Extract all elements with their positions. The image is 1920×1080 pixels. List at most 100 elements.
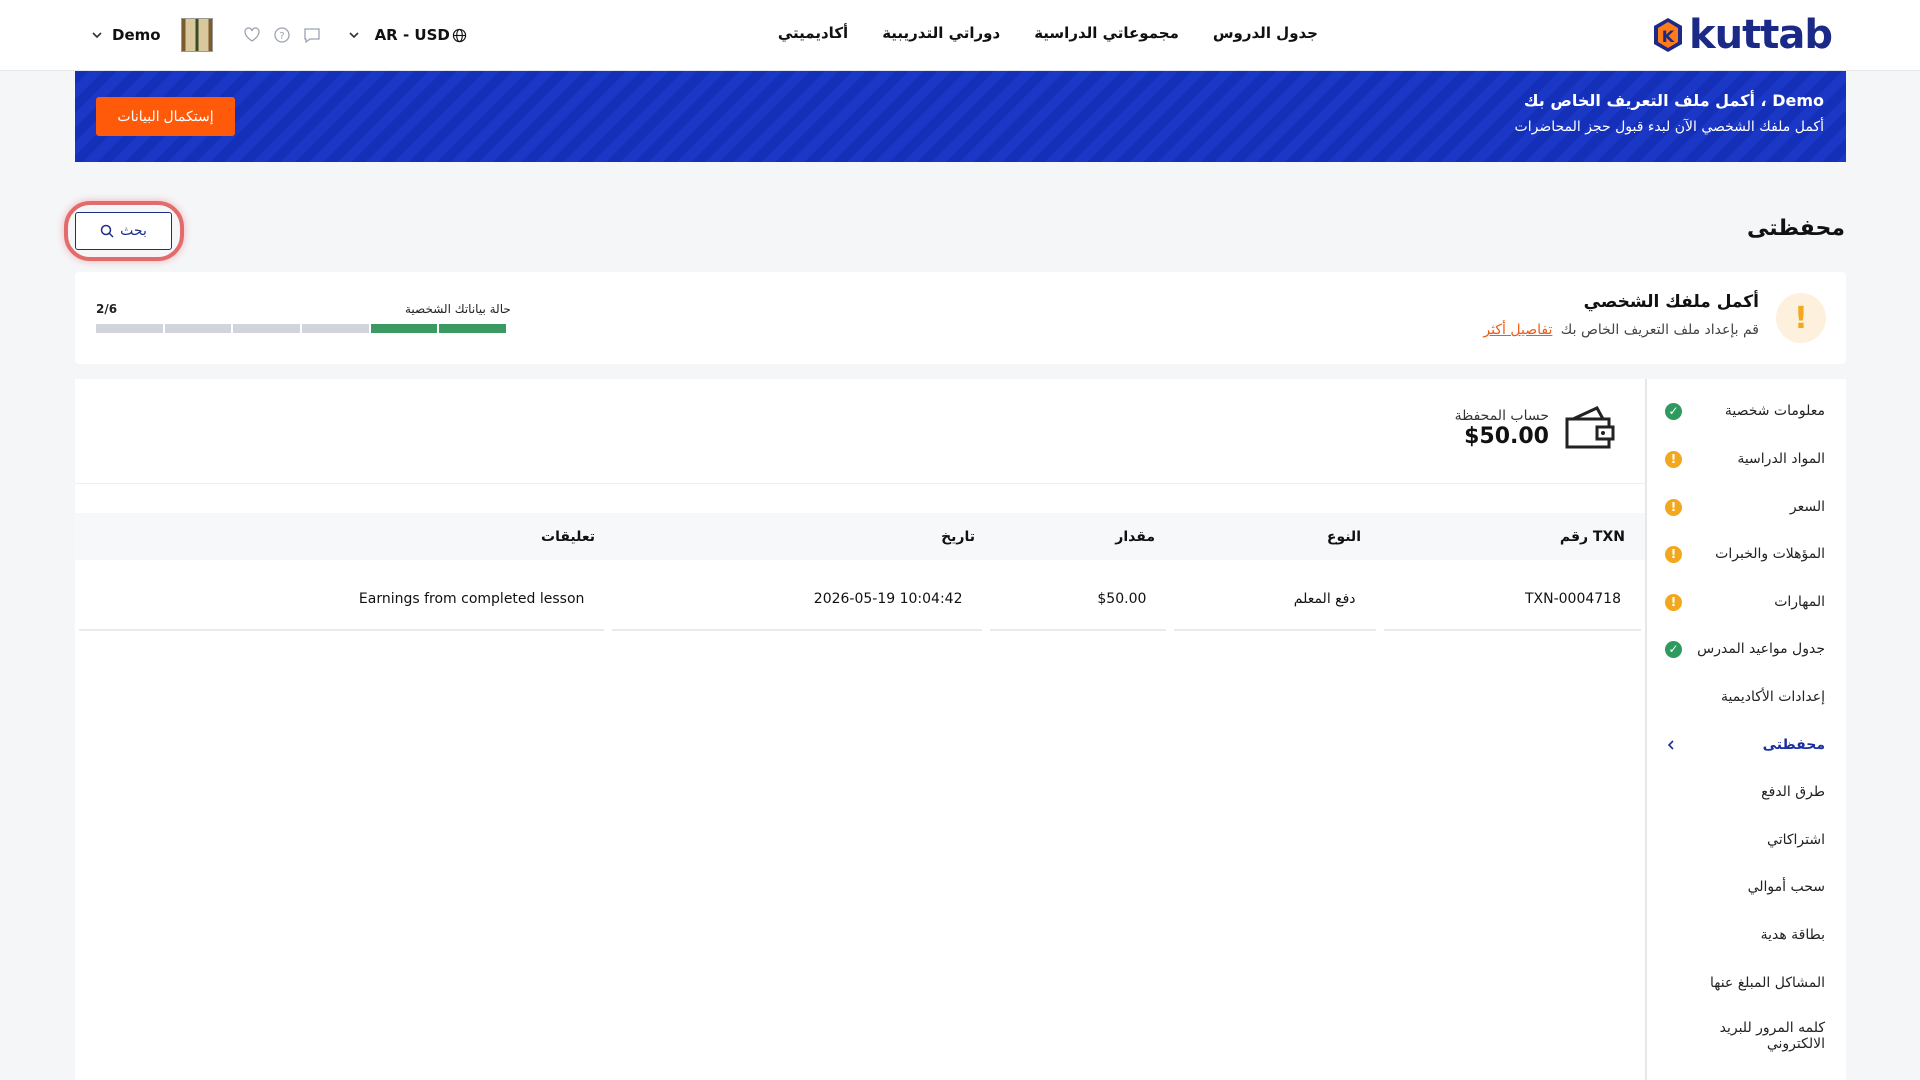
svg-text:K: K [1662, 27, 1675, 46]
chevron-left-icon [1667, 740, 1674, 750]
wallet-summary: حساب المحفظة $50.00 [1455, 405, 1615, 451]
sidebar-item-label: محفظتى [1762, 737, 1825, 753]
check-circle-icon: ✓ [1665, 640, 1682, 658]
progress-count: 2/6 [96, 302, 118, 316]
banner-subtitle: أكمل ملفك الشخصي الآن لبدء قبول حجز المح… [1514, 119, 1824, 135]
chevron-down-icon[interactable] [348, 30, 359, 40]
sidebar-item[interactable]: كلمه المرور للبريد الالكتروني [1665, 1019, 1825, 1053]
sidebar-item-label: طرق الدفع [1761, 784, 1825, 800]
progress-segment [301, 324, 369, 333]
logo-text: kuttab [1689, 12, 1833, 58]
cell-amount: $50.00 [990, 568, 1167, 631]
sidebar-item-label: المهارات [1774, 594, 1825, 610]
nav-my-academy[interactable]: أكاديميتي [778, 24, 848, 42]
search-icon [100, 224, 114, 238]
more-details-link[interactable]: تفاصيل أكثر [1483, 322, 1552, 338]
header-amount: مقدار [1115, 528, 1155, 545]
sidebar-item[interactable]: جدول مواعيد المدرس ✓ [1665, 637, 1825, 661]
svg-text:?: ? [279, 31, 284, 42]
complete-profile-banner: أكمل ملف التعريف الخاص بك ، Demo أكمل مل… [75, 71, 1846, 162]
wallet-balance-label: حساب المحفظة [1454, 407, 1549, 424]
sidebar-item[interactable]: بطاقة هدية [1665, 923, 1825, 947]
progress-segment [95, 324, 163, 333]
wallet-texts: حساب المحفظة $50.00 [1455, 408, 1549, 449]
sidebar-item-label: السعر [1789, 499, 1825, 515]
top-header: K kuttab جدول الدروس مجموعاتي الدراسية د… [0, 0, 1920, 71]
header-date: تاريخ [941, 528, 975, 545]
warning-icon: ! [1776, 293, 1826, 343]
main-nav: جدول الدروس مجموعاتي الدراسية دوراتي الت… [778, 24, 1318, 42]
transactions-table: رقم TXN النوع مقدار تاريخ تعليقات TXN-00… [75, 513, 1645, 631]
profile-sidebar: معلومات شخصية ✓ المواد الدراسية! السعر! المؤ… [1645, 379, 1846, 1080]
wallet-panel: حساب المحفظة $50.00 رقم TXN النوع مقدار … [75, 379, 1645, 1080]
sidebar-item-label: كلمه المرور للبريد الالكتروني [1719, 1020, 1825, 1052]
progress-segment [439, 324, 506, 333]
profile-card-title: أكمل ملفك الشخصي [1583, 292, 1759, 312]
progress-segment [164, 324, 232, 333]
nav-lessons-schedule[interactable]: جدول الدروس [1213, 24, 1318, 42]
check-circle-icon: ✓ [1665, 402, 1682, 420]
heart-icon[interactable] [243, 26, 261, 44]
header-tools: Demo ? AR - USD [92, 16, 467, 54]
profile-card-text: قم بإعداد ملف التعريف الخاص بك [1560, 322, 1759, 338]
progress-label: حالة بياناتك الشخصية [405, 302, 511, 316]
sidebar-item[interactable]: معلومات شخصية ✓ [1665, 399, 1825, 423]
sidebar-item[interactable]: طرق الدفع [1665, 780, 1825, 804]
page-title: محفظتى [1747, 216, 1845, 241]
search-button[interactable]: بحث [75, 212, 172, 250]
sidebar-item[interactable]: محفظتى [1665, 733, 1825, 757]
sidebar-item-label: اشتراكاتي [1767, 832, 1825, 848]
warning-circle-icon: ! [1665, 498, 1682, 516]
currency-selector[interactable]: AR - USD [375, 26, 467, 44]
wallet-balance-amount: $50.00 [1464, 423, 1549, 449]
sidebar-item-label: إعدادات الأكاديمية [1721, 689, 1825, 705]
profile-progress-bar [95, 324, 506, 333]
chevron-down-icon[interactable] [92, 30, 102, 40]
cell-type: دفع المعلم [1174, 568, 1376, 631]
sidebar-item-label: المواد الدراسية [1737, 451, 1825, 467]
sidebar-item[interactable]: السعر! [1665, 495, 1825, 519]
sidebar-item[interactable]: إعدادات الأكاديمية [1665, 685, 1825, 709]
nav-study-groups[interactable]: مجموعاتي الدراسية [1034, 24, 1179, 42]
wallet-icon [1565, 406, 1615, 449]
profile-completion-card: ! أكمل ملفك الشخصي قم بإعداد ملف التعريف… [75, 272, 1846, 364]
cell-comments: Earnings from completed lesson [79, 568, 605, 631]
warning-circle-icon: ! [1665, 593, 1682, 611]
user-name[interactable]: Demo [112, 26, 161, 44]
progress-segment [233, 324, 300, 333]
globe-icon [452, 28, 466, 42]
nav-training-courses[interactable]: دوراتي التدريبية [882, 24, 1000, 42]
table-header: رقم TXN النوع مقدار تاريخ تعليقات [75, 513, 1645, 560]
sidebar-item-label: المشاكل المبلغ عنها [1709, 975, 1825, 991]
sidebar-item[interactable]: سحب أموالي [1665, 875, 1825, 899]
avatar[interactable] [180, 18, 213, 52]
table-row: TXN-0004718 دفع المعلم $50.00 2026-05-19… [75, 568, 1645, 631]
chat-icon[interactable] [303, 26, 321, 44]
currency-label: AR - USD [374, 26, 450, 44]
header-type: النوع [1326, 528, 1361, 545]
sidebar-item[interactable]: المؤهلات والخبرات! [1665, 542, 1825, 566]
divider [75, 483, 1645, 484]
banner-title: أكمل ملف التعريف الخاص بك ، Demo [1523, 91, 1824, 110]
search-label: بحث [120, 223, 147, 239]
header-comments: تعليقات [541, 528, 595, 545]
progress-segment [370, 324, 438, 333]
sidebar-item[interactable]: المشاكل المبلغ عنها [1665, 971, 1825, 995]
sidebar-item[interactable]: المواد الدراسية! [1665, 447, 1825, 471]
kuttab-logo[interactable]: K kuttab [1649, 12, 1833, 58]
sidebar-item-label: معلومات شخصية [1724, 403, 1825, 419]
complete-data-button[interactable]: إستكمال البيانات [96, 97, 235, 136]
sidebar-item-label: سحب أموالي [1747, 879, 1825, 895]
help-icon[interactable]: ? [273, 26, 291, 44]
sidebar-item-label: جدول مواعيد المدرس [1697, 641, 1825, 657]
profile-card-subtitle: قم بإعداد ملف التعريف الخاص بك تفاصيل أك… [1483, 322, 1759, 338]
sidebar-item[interactable]: اشتراكاتي [1665, 828, 1825, 852]
warning-circle-icon: ! [1665, 450, 1682, 468]
logo-mark-icon: K [1654, 18, 1683, 52]
cell-txn-number: TXN-0004718 [1383, 568, 1641, 631]
cell-date: 2026-05-19 10:04:42 [612, 568, 983, 631]
sidebar-item[interactable]: المهارات! [1665, 590, 1825, 614]
warning-circle-icon: ! [1665, 545, 1682, 563]
sidebar-item-label: بطاقة هدية [1760, 927, 1825, 943]
sidebar-item-label: المؤهلات والخبرات [1715, 546, 1825, 562]
